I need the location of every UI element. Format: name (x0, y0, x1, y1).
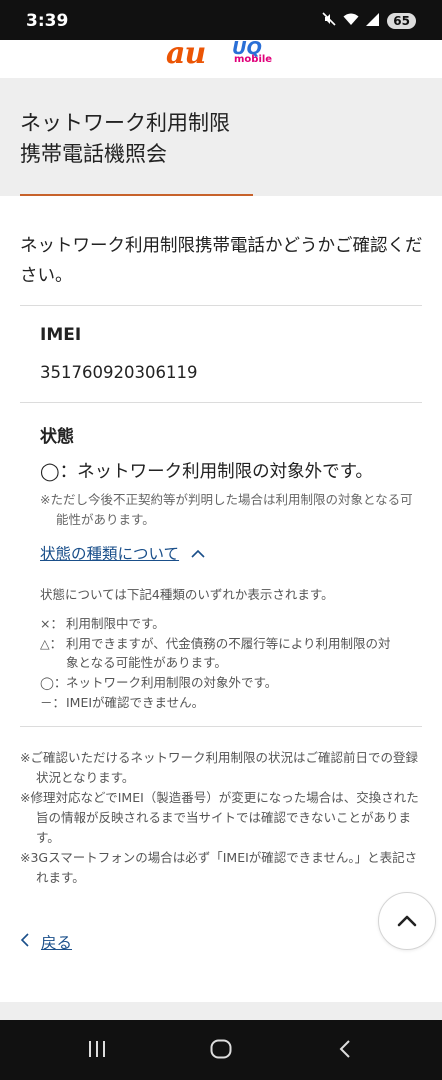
page-footer-strip (0, 1002, 442, 1020)
back-link-label[interactable]: 戻る (41, 931, 72, 953)
divider (20, 305, 422, 306)
status-symbol: ×： (40, 616, 63, 631)
status-label: 状態 (40, 427, 74, 447)
site-header: au UQ mobile (0, 36, 442, 78)
status-types-intro: 状態については下記4種類のいずれか表示されます。 (40, 587, 334, 602)
battery-level: 65 (393, 14, 410, 28)
title-band: ネットワーク利用制限 携帯電話機照会 (0, 78, 442, 196)
status-description: ネットワーク利用制限の対象外です。 (66, 675, 278, 690)
back-button[interactable] (330, 1038, 360, 1064)
divider (20, 402, 422, 403)
status-note: ※ただし今後不正契約等が判明した場合は利用制限の対象となる可能性があります。 (40, 492, 413, 527)
status-time: 3:39 (26, 11, 69, 31)
status-description: 利用制限中です。 (66, 616, 165, 631)
scroll-to-top-button[interactable] (378, 892, 436, 950)
page-title: ネットワーク利用制限 携帯電話機照会 (20, 108, 230, 170)
footnote: ※修理対応などでIMEI（製造番号）が変更になった場合は、交換された旨の情報が反… (20, 790, 419, 845)
status-symbol: △： (40, 636, 63, 651)
signal-icon (366, 12, 380, 30)
chevron-left-icon[interactable] (20, 933, 29, 951)
recent-apps-icon[interactable] (87, 1040, 107, 1062)
chevron-up-icon[interactable] (397, 912, 417, 931)
home-icon[interactable] (210, 1039, 232, 1063)
page-title-line1: ネットワーク利用制限 (20, 111, 230, 135)
uq-mobile-logo: mobile (234, 54, 273, 65)
footnote: ※ご確認いただけるネットワーク利用制限の状況はご確認前日での登録状況となります。 (20, 750, 418, 785)
recent-apps-button[interactable] (82, 1038, 112, 1064)
battery-icon: 65 (387, 13, 416, 29)
au-logo[interactable]: au (166, 36, 206, 71)
list-item: △： 利用できますが、代金債務の不履行等により利用制限の対象となる可能性があります… (40, 634, 402, 672)
status-value: ◯：ネットワーク利用制限の対象外です。 (40, 462, 373, 482)
status-description: 利用できますが、代金債務の不履行等により利用制限の対象となる可能性があります。 (66, 636, 391, 670)
back-icon[interactable] (339, 1039, 351, 1063)
status-types-toggle[interactable]: 状態の種類について (40, 542, 205, 564)
home-button[interactable] (206, 1038, 236, 1064)
status-types-list: ×： 利用制限中です。 △： 利用できますが、代金債務の不履行等により利用制限の対象… (40, 614, 402, 713)
main-content: ネットワーク利用制限携帯電話かどうかご確認ください。 IMEI 35176092… (0, 196, 442, 1002)
status-types-toggle-label[interactable]: 状態の種類について (40, 542, 179, 564)
wifi-icon (343, 13, 359, 30)
list-item: ×： 利用制限中です。 (40, 614, 402, 633)
system-nav-bar (0, 1020, 442, 1080)
list-item: ◯： ネットワーク利用制限の対象外です。 (40, 673, 402, 692)
footnote: ※3Gスマートフォンの場合は必ず「IMEIが確認できません。」と表記されます。 (20, 850, 418, 885)
status-bar: 3:39 65 (0, 0, 442, 40)
intro-text: ネットワーク利用制限携帯電話かどうかご確認ください。 (20, 236, 423, 286)
status-description: IMEIが確認できません。 (66, 695, 205, 710)
page-title-line2: 携帯電話機照会 (20, 142, 167, 166)
divider (20, 726, 422, 727)
status-symbol: ◯： (40, 675, 67, 690)
chevron-up-icon[interactable] (191, 549, 205, 558)
list-item: －： IMEIが確認できません。 (40, 693, 402, 712)
status-icons: 65 (322, 12, 416, 30)
imei-label: IMEI (40, 325, 82, 345)
mute-icon (322, 12, 336, 30)
status-symbol: －： (40, 695, 66, 710)
back-link[interactable]: 戻る (20, 931, 72, 953)
footnotes: ※ご確認いただけるネットワーク利用制限の状況はご確認前日での登録状況となります。… (20, 748, 422, 888)
imei-value: 351760920306119 (40, 363, 198, 382)
